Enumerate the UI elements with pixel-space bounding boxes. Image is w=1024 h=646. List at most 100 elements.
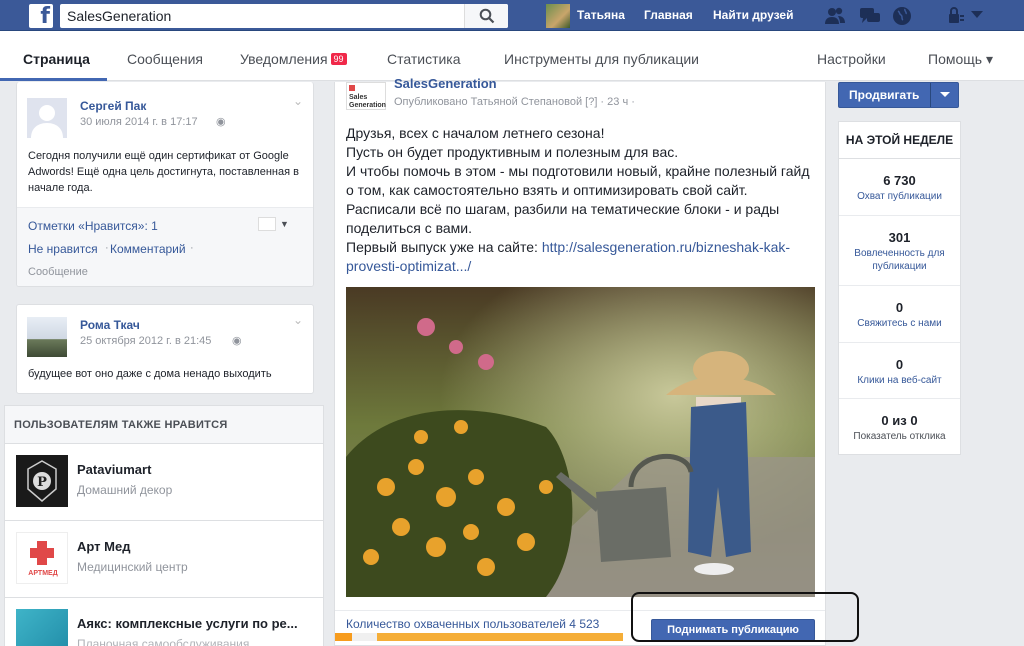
also-likes-title: ПОЛЬЗОВАТЕЛЯМ ТАКЖЕ НРАВИТСЯ <box>14 419 228 431</box>
list-item[interactable]: Аякс: комплексные услуги по ре... Планоч… <box>4 597 324 646</box>
logo-text: АРТМЕД <box>28 570 58 577</box>
logo-mark <box>349 85 355 91</box>
default-avatar-icon <box>31 105 63 138</box>
child-watering-flowers-photo <box>346 287 815 597</box>
stat-label[interactable]: Свяжитесь с нами <box>839 317 960 330</box>
page-tabs: Страница Сообщения Уведомления 99 Статист… <box>0 31 1024 81</box>
page-voice-avatar[interactable] <box>258 217 276 231</box>
tab-settings[interactable]: Настройки <box>817 51 886 67</box>
stat-value: 0 <box>895 300 904 315</box>
post-photo[interactable] <box>346 287 815 597</box>
stat-item[interactable]: 6 730 Охват публикации <box>839 159 960 216</box>
stat-item[interactable]: 301 Вовлеченность для публикации <box>839 216 960 286</box>
profile-link[interactable]: Татьяна <box>577 8 625 22</box>
page-name[interactable]: Аякс: комплексные услуги по ре... <box>77 616 298 631</box>
post-text: Сегодня получили ещё один сертификат от … <box>28 150 299 194</box>
list-item[interactable]: P Pataviumart Домашний декор <box>4 443 324 520</box>
avatar[interactable] <box>27 317 67 357</box>
stat-label[interactable]: Клики на веб-сайт <box>839 374 960 387</box>
active-tab-indicator <box>0 78 107 81</box>
stat-label[interactable]: Вовлеченность для публикации <box>839 247 960 273</box>
tab-publishing-tools[interactable]: Инструменты для публикации <box>504 51 699 67</box>
post-date[interactable]: 25 октября 2012 г. в 21:45 <box>80 335 211 347</box>
promote-label: Продвигать <box>849 88 920 102</box>
logo-text: Sales Generation <box>349 94 386 109</box>
chevron-down-icon[interactable]: ⌄ <box>293 94 303 108</box>
page-post: Sales Generation SalesGeneration Опублик… <box>334 76 826 646</box>
page-logo[interactable]: Sales Generation <box>346 82 386 110</box>
search-icon <box>479 8 495 24</box>
tab-notifications[interactable]: Уведомления 99 <box>240 51 347 67</box>
page-name[interactable]: Арт Мед <box>77 539 130 554</box>
find-friends-link[interactable]: Найти друзей <box>713 8 793 22</box>
highlight-annotation-box <box>631 592 859 642</box>
tab-messages[interactable]: Сообщения <box>127 51 203 67</box>
messages-icon[interactable] <box>859 6 881 26</box>
link-prefix: Первый выпуск уже на сайте: <box>346 239 542 255</box>
comment-link[interactable]: Комментарий <box>110 242 186 256</box>
facebook-logo[interactable]: f <box>29 4 53 28</box>
stat-value: 6 730 <box>883 173 916 188</box>
pataviumart-logo-icon: P <box>27 460 57 502</box>
page-name[interactable]: Pataviumart <box>77 462 151 477</box>
list-item[interactable]: АРТМЕД Арт Мед Медицинский центр <box>4 520 324 597</box>
stat-item[interactable]: 0 из 0 Показатель отклика <box>839 399 960 455</box>
stat-value: 0 из 0 <box>881 413 918 428</box>
stat-item[interactable]: 0 Свяжитесь с нами <box>839 286 960 343</box>
visitor-post-card: Рома Ткач 25 октября 2012 г. в 21:45 ◉ ⌄… <box>16 304 314 394</box>
post-meta[interactable]: Опубликовано Татьяной Степановой [?] · 2… <box>394 96 635 108</box>
notifications-badge: 99 <box>330 53 347 65</box>
top-navigation-bar: f Татьяна Главная Найти друзей <box>0 0 1024 31</box>
chevron-down-icon[interactable]: ⌄ <box>293 313 303 327</box>
post-text-line: И чтобы помочь в этом - мы подготовили н… <box>346 163 810 198</box>
reach-label[interactable]: Количество охваченных пользователей 4 52… <box>346 617 599 631</box>
also-likes-header: ПОЛЬЗОВАТЕЛЯМ ТАКЖЕ НРАВИТСЯ <box>4 405 324 443</box>
post-author[interactable]: Сергей Пак <box>80 99 146 113</box>
reach-progress-track <box>377 633 623 641</box>
chevron-down-icon[interactable]: ▼ <box>280 219 289 229</box>
avatar[interactable] <box>27 98 67 138</box>
search-input[interactable] <box>60 4 460 28</box>
dropdown-caret-icon[interactable] <box>971 11 983 19</box>
stat-label[interactable]: Охват публикации <box>839 190 960 203</box>
post-text: Друзья, всех с началом летнего сезона! П… <box>346 124 818 276</box>
svg-text:P: P <box>37 475 47 490</box>
home-link[interactable]: Главная <box>644 8 693 22</box>
stat-item[interactable]: 0 Клики на веб-сайт <box>839 343 960 399</box>
chevron-down-icon[interactable] <box>930 83 958 107</box>
post-text-line: Друзья, всех с началом летнего сезона! <box>346 125 605 141</box>
post-text-line: Первый выпуск уже на сайте: http://sales… <box>346 238 818 276</box>
page-logo[interactable] <box>16 609 68 646</box>
tab-statistics[interactable]: Статистика <box>387 51 461 67</box>
page-logo[interactable]: АРТМЕД <box>16 532 68 584</box>
this-week-title: НА ЭТОЙ НЕДЕЛЕ <box>839 122 960 159</box>
promote-button[interactable]: Продвигать <box>838 82 959 108</box>
medical-cross-icon <box>30 541 54 565</box>
page-category: Планочная самообслуживания <box>77 637 250 646</box>
tab-notifications-label: Уведомления <box>240 51 328 67</box>
visitor-post-card: Сергей Пак 30 июля 2014 г. в 17:17 ◉ ⌄ С… <box>16 82 314 287</box>
tab-page[interactable]: Страница <box>23 51 90 67</box>
tab-help[interactable]: Помощь ▾ <box>928 51 993 68</box>
search-box <box>60 4 508 28</box>
post-date[interactable]: 30 июля 2014 г. в 17:17 <box>80 116 198 128</box>
reach-progress-fill <box>335 633 353 641</box>
likes-count-link[interactable]: Отметки «Нравится»: 1 <box>28 219 158 233</box>
search-button[interactable] <box>464 4 508 28</box>
unlike-link[interactable]: Не нравится <box>28 242 98 256</box>
page-category: Медицинский центр <box>77 560 188 574</box>
friends-icon[interactable] <box>824 6 846 26</box>
post-text-line: Расписали всё по шагам, разбили на темат… <box>346 201 780 236</box>
stat-value: 301 <box>888 230 911 245</box>
stat-label[interactable]: Показатель отклика <box>839 430 960 443</box>
page-category: Домашний декор <box>77 483 173 497</box>
post-page-name[interactable]: SalesGeneration <box>394 76 497 91</box>
user-avatar[interactable] <box>546 4 570 28</box>
privacy-lock-icon[interactable] <box>946 6 966 26</box>
globe-icon: ◉ <box>232 335 242 347</box>
stat-value: 0 <box>895 357 904 372</box>
post-type-label: Сообщение <box>28 266 88 278</box>
notifications-globe-icon[interactable] <box>892 6 912 26</box>
page-logo[interactable]: P <box>16 455 68 507</box>
post-author[interactable]: Рома Ткач <box>80 318 140 332</box>
